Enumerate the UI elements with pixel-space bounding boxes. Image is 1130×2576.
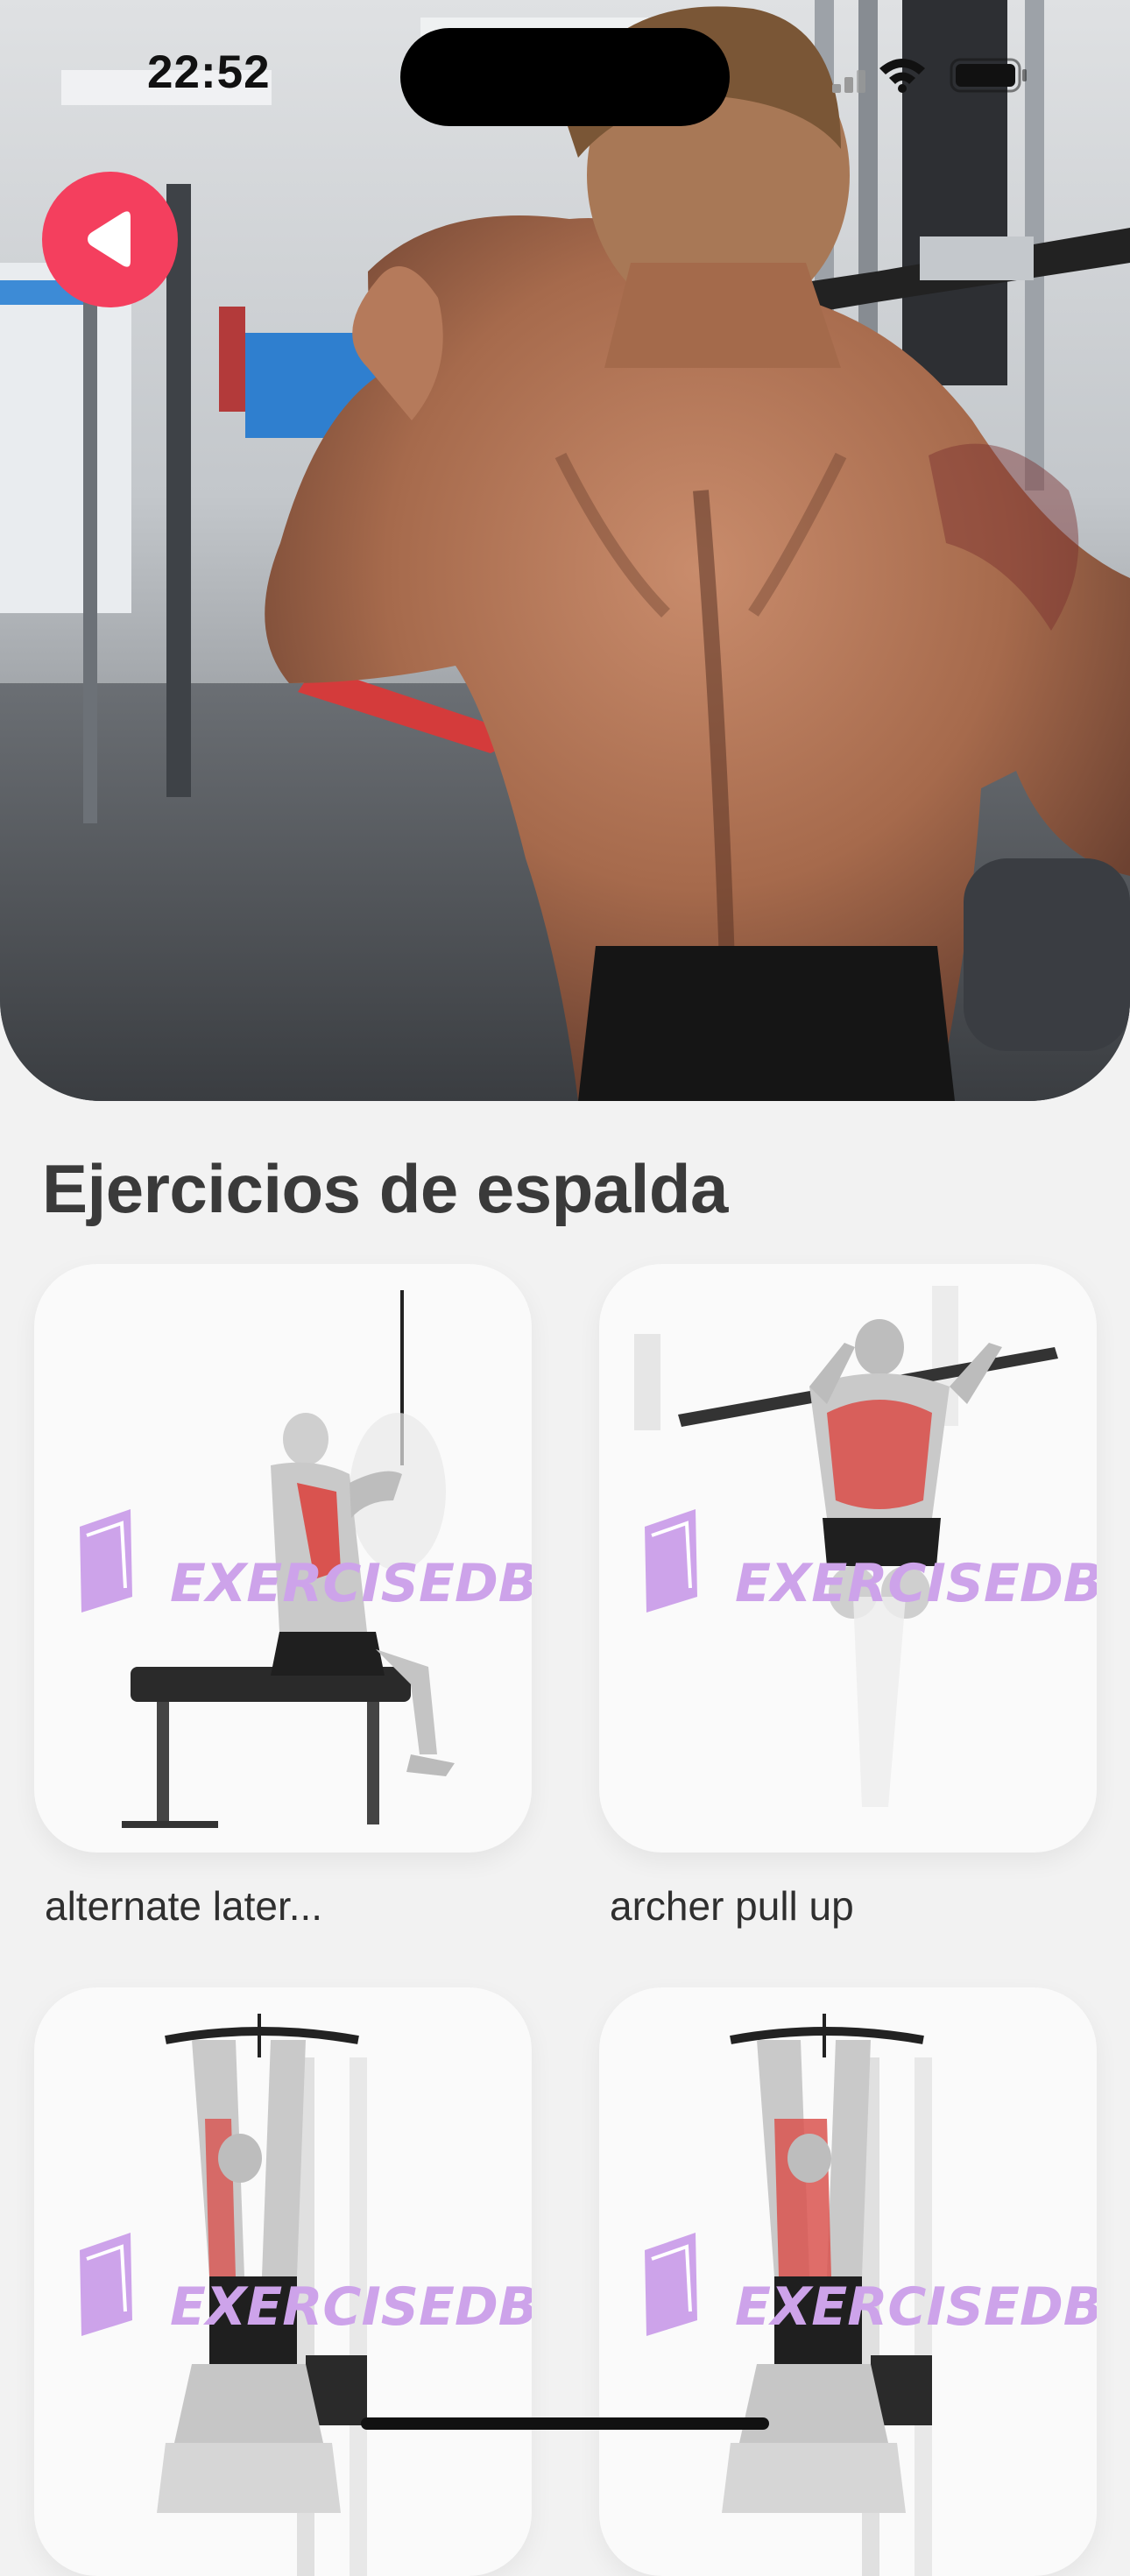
exercise-illustration: EXERCISEDB: [634, 1286, 1097, 1807]
section-title: Ejercicios de espalda: [42, 1150, 728, 1227]
watermark-text: EXERCISEDB: [735, 1553, 1097, 1614]
exercise-name: alternate later...: [45, 1883, 323, 1929]
exercise-illustration: EXERCISEDB: [80, 2014, 532, 2576]
exercise-image: EXERCISEDB: [599, 1987, 1097, 2576]
status-time: 22:52: [147, 46, 271, 98]
home-indicator[interactable]: [361, 2417, 769, 2430]
exercise-image: EXERCISEDB: [34, 1264, 532, 1853]
watermark-text: EXERCISEDB: [170, 2276, 532, 2338]
dynamic-island: [400, 28, 730, 126]
cellular-signal-icon: [832, 70, 865, 93]
battery-icon: [950, 58, 1027, 93]
exercise-image: EXERCISEDB: [599, 1264, 1097, 1853]
exercise-card[interactable]: EXERCISEDB archer pull up: [599, 1264, 1097, 1929]
watermark-text: EXERCISEDB: [170, 1553, 532, 1614]
play-left-icon: [88, 211, 131, 267]
exercise-illustration: EXERCISEDB: [80, 1290, 532, 1828]
hero-image: [0, 0, 1130, 1101]
exercise-card[interactable]: EXERCISEDB alternate later...: [34, 1264, 532, 1929]
exercise-illustration: EXERCISEDB: [645, 2014, 1097, 2576]
exercise-image: EXERCISEDB: [34, 1987, 532, 2576]
status-bar: 22:52: [0, 0, 1130, 149]
back-button[interactable]: [42, 172, 178, 307]
back-workout-photo: [0, 0, 1130, 1101]
watermark-text: EXERCISEDB: [735, 2276, 1097, 2338]
exercise-card[interactable]: EXERCISEDB: [599, 1987, 1097, 2576]
exercise-name: archer pull up: [610, 1883, 854, 1929]
exercise-card[interactable]: EXERCISEDB: [34, 1987, 532, 2576]
wifi-icon: [879, 59, 925, 93]
